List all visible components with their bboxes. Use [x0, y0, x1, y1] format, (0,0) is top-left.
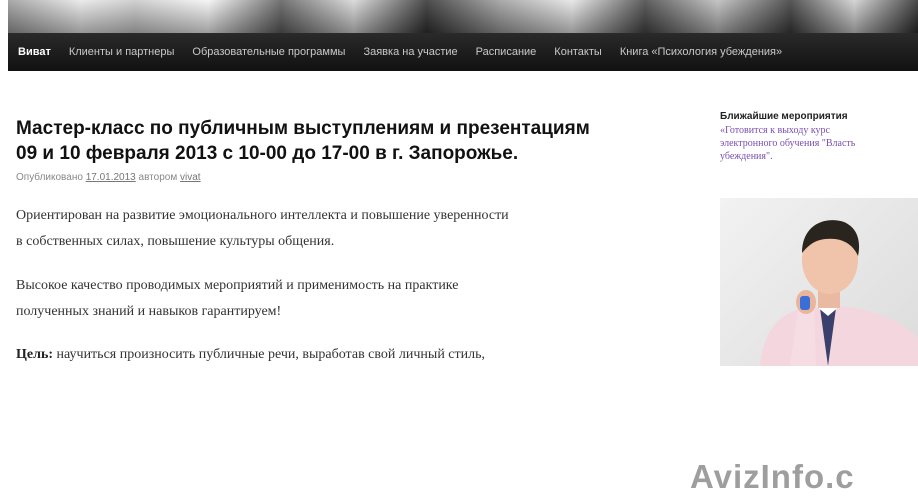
paragraph-quality-line1: Высокое качество проводимых мероприятий …	[16, 278, 459, 293]
nav-item-schedule[interactable]: Расписание	[467, 46, 546, 58]
nav-item-vivat[interactable]: Виват	[8, 46, 60, 58]
paragraph-intro: Ориентирован на развитие эмоционального …	[16, 203, 676, 255]
sidebar-event-link[interactable]: «Готовится к выходу курс электронного об…	[720, 124, 915, 163]
post-meta: Опубликовано 17.01.2013 автором vivat	[16, 172, 201, 183]
goal-label: Цель:	[16, 347, 54, 362]
meta-prefix: Опубликовано	[16, 172, 83, 183]
speaker-portrait-icon	[760, 220, 918, 366]
paragraph-goal: Цель: научиться произносить публичные ре…	[16, 342, 676, 368]
paragraph-intro-line1: Ориентирован на развитие эмоционального …	[16, 208, 509, 223]
speaker-photo	[720, 198, 918, 366]
nav-item-book[interactable]: Книга «Психология убеждения»	[611, 46, 791, 58]
post-author-link[interactable]: vivat	[180, 172, 201, 183]
header-banner-image	[8, 0, 918, 33]
paragraph-intro-line2: в собственных силах, повышение культуры …	[16, 234, 335, 249]
sidebar-link-line3[interactable]: убеждения".	[720, 151, 773, 162]
post-title[interactable]: Мастер-класс по публичным выступлениям и…	[16, 116, 666, 166]
watermark-text: AvizInfo.c	[690, 458, 855, 495]
main-navigation: Виват Клиенты и партнеры Образовательные…	[8, 33, 918, 71]
nav-item-contacts[interactable]: Контакты	[545, 46, 611, 58]
paragraph-quality-line2: полученных знаний и навыков гарантируем!	[16, 304, 282, 319]
nav-item-clients[interactable]: Клиенты и партнеры	[60, 46, 184, 58]
paragraph-quality: Высокое качество проводимых мероприятий …	[16, 273, 676, 325]
goal-text: научиться произносить публичные речи, вы…	[53, 347, 486, 362]
meta-mid: автором	[138, 172, 178, 183]
sidebar-title: Ближайшие мероприятия	[720, 111, 848, 122]
post-title-line2[interactable]: 09 и 10 февраля 2013 с 10-00 до 17-00 в …	[16, 143, 518, 164]
nav-item-programs[interactable]: Образовательные программы	[183, 46, 354, 58]
post-date-link[interactable]: 17.01.2013	[86, 172, 136, 183]
post-title-line1[interactable]: Мастер-класс по публичным выступлениям и…	[16, 118, 590, 139]
sidebar-link-line1[interactable]: «Готовится к выходу курс	[720, 125, 830, 136]
nav-item-application[interactable]: Заявка на участие	[354, 46, 466, 58]
sidebar-link-line2[interactable]: электронного обучения "Власть	[720, 138, 855, 149]
